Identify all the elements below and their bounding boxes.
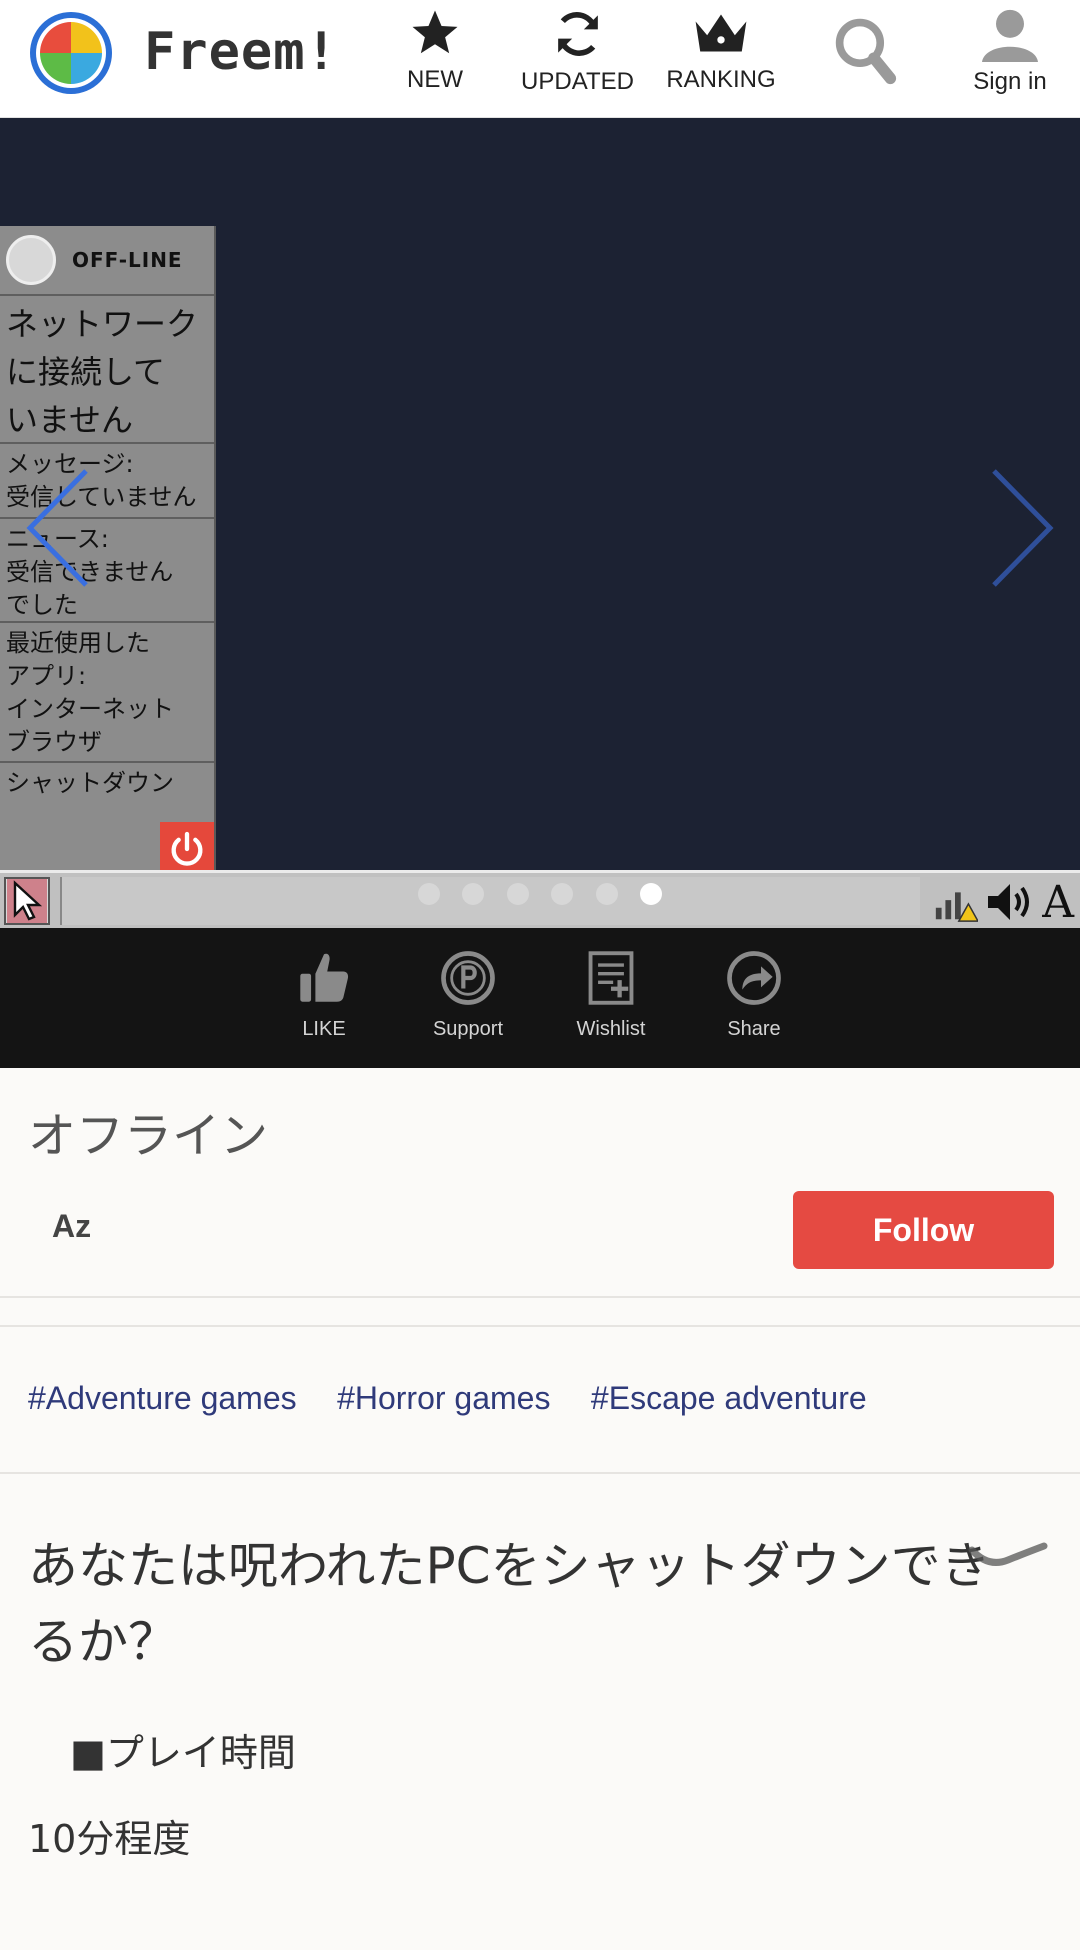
nav-updated-label: UPDATED [521, 68, 634, 95]
playtime-value: 10分程度 [28, 1817, 191, 1861]
share-label: Share [727, 1018, 781, 1040]
description-heading: あなたは呪われたPCをシャットダウンでき るか？ [28, 1528, 1058, 1680]
screenshot-recent-apps: 最近使用した アプリ: インターネット ブラウザ [0, 623, 214, 763]
slider-next-button[interactable] [984, 463, 1064, 593]
screenshot-slider[interactable]: OFF-LINE ネットワーク に接続して いません メッセージ: 受信していま… [0, 118, 1080, 928]
avatar [6, 235, 56, 285]
nav-ranking-label: RANKING [666, 66, 776, 93]
slider-dot[interactable] [462, 883, 485, 905]
nav-ranking[interactable]: RANKING [660, 0, 782, 118]
slider-dot[interactable] [417, 883, 440, 905]
sign-in-button[interactable]: Sign in [955, 0, 1065, 118]
search-button[interactable] [820, 0, 910, 118]
top-header: Freem! NEW UPDATED RANKING Sign in [0, 0, 1080, 118]
freem-logo-icon[interactable] [26, 8, 116, 98]
tag-link[interactable]: #Adventure games [28, 1380, 297, 1416]
screenshot-text: ブラウザ [6, 728, 102, 756]
star-icon [412, 10, 458, 54]
screenshot-text: アプリ: [6, 662, 87, 690]
nav-new[interactable]: NEW [390, 0, 480, 118]
crown-icon [695, 14, 747, 52]
screenshot-text: でした [6, 591, 78, 619]
refresh-icon [557, 12, 598, 56]
support-button[interactable]: Support [403, 928, 533, 1068]
search-icon [835, 18, 897, 85]
screenshot-text: インターネット [6, 695, 174, 723]
power-icon [160, 822, 214, 876]
nav-updated[interactable]: UPDATED [515, 0, 640, 118]
screenshot-status: OFF-LINE [0, 226, 214, 296]
slider-dot[interactable] [506, 883, 529, 905]
tag-list: #Adventure games #Horror games #Escape a… [28, 1380, 903, 1417]
slider-dots [0, 883, 1080, 910]
sign-in-label: Sign in [973, 68, 1047, 95]
like-label: LIKE [302, 1018, 346, 1040]
brand-name[interactable]: Freem! [144, 22, 338, 82]
slider-prev-button[interactable] [16, 463, 96, 593]
heading-line: るか？ [28, 1613, 178, 1671]
like-button[interactable]: LIKE [259, 928, 389, 1068]
divider [0, 1325, 1080, 1327]
points-icon [441, 951, 495, 1005]
divider [0, 1472, 1080, 1474]
share-button[interactable]: Share [689, 928, 819, 1068]
wishlist-button[interactable]: Wishlist [546, 928, 676, 1068]
playtime-label: ■プレイ時間 [70, 1731, 296, 1775]
screenshot-text: 最近使用した [6, 629, 150, 657]
chevron-left-icon [26, 469, 88, 587]
game-title: オフライン [28, 1108, 269, 1164]
action-bar: LIKE Support Wishlist Share [0, 928, 1080, 1068]
heading-line: あなたは呪われたPCをシャットダウンでき [28, 1537, 991, 1595]
divider [0, 1296, 1080, 1298]
user-icon [982, 9, 1038, 62]
support-label: Support [432, 1018, 504, 1040]
slider-dot[interactable] [551, 883, 574, 905]
tag-link[interactable]: #Horror games [337, 1380, 550, 1416]
screenshot-text: に接続して [6, 353, 166, 391]
screenshot-status-text: OFF-LINE [72, 248, 183, 272]
screenshot-text: シャットダウン [6, 769, 174, 797]
author-name[interactable]: Az [52, 1208, 91, 1245]
share-icon [727, 951, 781, 1005]
screenshot-shutdown: シャットダウン [0, 763, 214, 876]
scroll-hint-icon [968, 1542, 1048, 1566]
slider-dot[interactable] [595, 883, 618, 905]
screenshot-text: ネットワーク [6, 305, 199, 343]
tag-link[interactable]: #Escape adventure [591, 1380, 867, 1416]
screenshot-network: ネットワーク に接続して いません [0, 296, 214, 444]
wishlist-label: Wishlist [576, 1018, 646, 1040]
chevron-right-icon [992, 469, 1054, 587]
slider-dot-active[interactable] [640, 883, 663, 905]
follow-button[interactable]: Follow [793, 1191, 1054, 1269]
wishlist-icon [588, 951, 634, 1005]
thumbs-up-icon [300, 953, 349, 1002]
screenshot-text: いません [6, 401, 134, 439]
nav-new-label: NEW [407, 66, 463, 93]
